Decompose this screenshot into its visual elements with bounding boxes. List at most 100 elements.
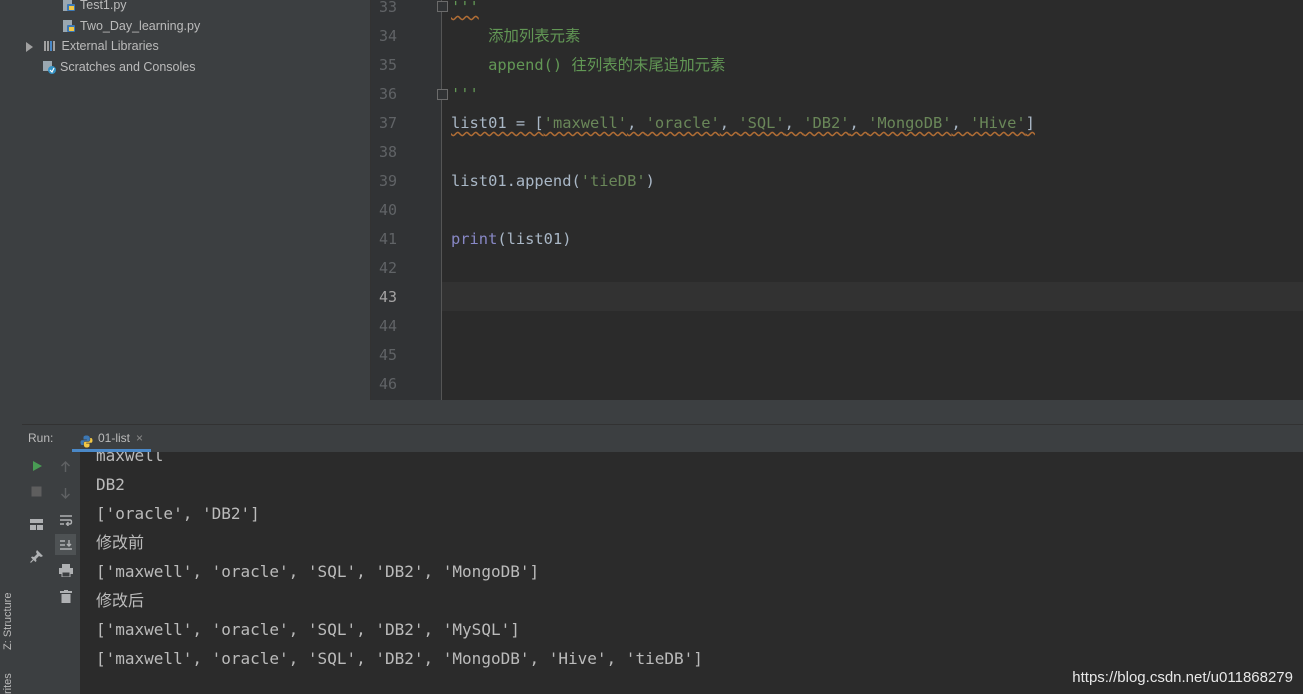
soft-wrap-button[interactable] xyxy=(55,509,76,530)
line-number: 36 xyxy=(378,85,397,103)
code-token: list01 = [ xyxy=(451,114,544,132)
soft-wrap-icon xyxy=(59,514,72,526)
code-line-41: print(list01) xyxy=(451,225,571,254)
console-line: ['maxwell', 'oracle', 'SQL', 'DB2', 'MyS… xyxy=(96,620,520,639)
code-line-39: list01.append('tieDB') xyxy=(451,167,655,196)
string-token: 'DB2' xyxy=(803,114,850,132)
fold-marker-icon[interactable] xyxy=(437,89,448,100)
scratches-icon xyxy=(42,60,56,74)
python-file-icon xyxy=(62,0,76,12)
close-icon[interactable]: × xyxy=(136,431,143,445)
down-stack-button[interactable] xyxy=(55,482,76,503)
line-number-current: 43 xyxy=(378,288,397,306)
rerun-button[interactable] xyxy=(26,455,47,476)
tree-item-label: Test1.py xyxy=(80,0,127,12)
code-line-33: ''' xyxy=(451,0,479,22)
line-number: 40 xyxy=(378,201,397,219)
code-line-36: ''' xyxy=(451,85,479,103)
favorites-tab-label: rites xyxy=(2,673,14,694)
code-token: , xyxy=(719,114,739,132)
play-icon xyxy=(32,460,42,471)
library-icon xyxy=(43,39,57,53)
tree-item-test1[interactable]: Test1.py xyxy=(62,0,127,15)
console-line: maxwell xyxy=(96,452,164,465)
code-token: ] xyxy=(1025,114,1035,132)
gutter-separator xyxy=(441,0,442,400)
console-line: 修改前 xyxy=(96,533,145,552)
string-token: 'SQL' xyxy=(738,114,785,132)
line-number: 33 xyxy=(378,0,397,16)
code-token: , xyxy=(849,114,869,132)
run-toolbar: Run: 01-list × xyxy=(22,424,1303,454)
scroll-to-end-button[interactable] xyxy=(55,534,76,555)
tree-item-label: Two_Day_learning.py xyxy=(80,19,201,33)
line-number: 42 xyxy=(378,259,397,277)
line-number: 41 xyxy=(378,230,397,248)
layout-icon xyxy=(30,519,43,530)
line-number-gutter: 33 34 35 36 37 38 39 40 41 42 43 44 45 4… xyxy=(371,0,441,400)
line-number: 37 xyxy=(378,114,397,132)
run-actions-column xyxy=(22,452,52,694)
arrow-up-icon xyxy=(61,460,70,472)
code-token: ) xyxy=(645,172,655,190)
console-actions-column xyxy=(51,452,80,694)
line-number: 34 xyxy=(378,27,397,45)
pin-icon xyxy=(30,550,43,563)
tree-item-two-day-learning[interactable]: Two_Day_learning.py xyxy=(62,16,200,36)
fold-marker-icon[interactable] xyxy=(437,1,448,12)
run-tab-01-list[interactable]: 01-list × xyxy=(72,425,152,452)
console-line: ['maxwell', 'oracle', 'SQL', 'DB2', 'Mon… xyxy=(96,562,540,581)
stop-icon xyxy=(31,486,42,497)
console-line: DB2 xyxy=(96,475,125,494)
layout-button[interactable] xyxy=(26,514,47,535)
up-stack-button[interactable] xyxy=(55,456,76,477)
python-file-icon xyxy=(62,19,76,33)
console-line: ['maxwell', 'oracle', 'SQL', 'DB2', 'Mon… xyxy=(96,649,703,668)
watermark-text: https://blog.csdn.net/u011868279 xyxy=(1072,669,1293,686)
left-tool-strip: Z: Structure rites xyxy=(0,0,23,694)
tree-item-external-libraries[interactable]: External Libraries xyxy=(22,36,222,56)
scroll-to-end-icon xyxy=(59,539,72,550)
console-line: 修改后 xyxy=(96,591,145,610)
code-token: , xyxy=(951,114,971,132)
tree-item-scratches[interactable]: Scratches and Consoles xyxy=(42,57,196,77)
console-output[interactable]: maxwell DB2 ['oracle', 'DB2'] 修改前 ['maxw… xyxy=(80,452,1303,694)
tree-item-label: Scratches and Consoles xyxy=(60,60,196,74)
code-line-34: 添加列表元素 xyxy=(451,27,581,45)
code-token: (list01) xyxy=(497,230,572,248)
print-icon xyxy=(58,564,73,577)
editor-bottom-area xyxy=(370,400,1303,424)
code-editor[interactable]: 33 34 35 36 37 38 39 40 41 42 43 44 45 4… xyxy=(371,0,1303,400)
string-token: 'oracle' xyxy=(645,114,720,132)
string-token: 'tieDB' xyxy=(580,172,646,190)
print-button[interactable] xyxy=(55,560,76,581)
code-token: , xyxy=(627,114,646,132)
builtin-token: print xyxy=(451,230,498,248)
tree-item-label: External Libraries xyxy=(61,39,159,53)
trash-icon xyxy=(59,590,72,603)
console-line: ['oracle', 'DB2'] xyxy=(96,504,260,523)
line-number: 45 xyxy=(378,346,397,364)
line-number: 39 xyxy=(378,172,397,190)
current-line-highlight xyxy=(442,282,1303,311)
clear-all-button[interactable] xyxy=(55,586,76,607)
line-number: 35 xyxy=(378,56,397,74)
expand-arrow-icon[interactable] xyxy=(26,42,33,52)
stop-button[interactable] xyxy=(26,481,47,502)
code-line-35: append() 往列表的末尾追加元素 xyxy=(451,56,726,74)
line-number: 38 xyxy=(378,143,397,161)
code-token: list01.append( xyxy=(451,172,581,190)
structure-tab-label: Z: Structure xyxy=(2,592,14,650)
line-number: 44 xyxy=(378,317,397,335)
structure-tool-tab[interactable]: Z: Structure xyxy=(2,568,20,650)
run-label: Run: xyxy=(28,431,54,445)
pin-button[interactable] xyxy=(26,546,47,567)
code-line-37: list01 = ['maxwell', 'oracle', 'SQL', 'D… xyxy=(451,109,1035,138)
code-token: , xyxy=(784,114,804,132)
docstring-delim: ''' xyxy=(451,0,479,16)
project-tree-panel: Test1.py Two_Day_learning.py External Li… xyxy=(22,0,371,424)
favorites-tool-tab[interactable]: rites xyxy=(2,660,20,694)
string-token: 'Hive' xyxy=(970,114,1026,132)
string-token: 'maxwell' xyxy=(543,114,628,132)
python-icon xyxy=(80,431,93,448)
